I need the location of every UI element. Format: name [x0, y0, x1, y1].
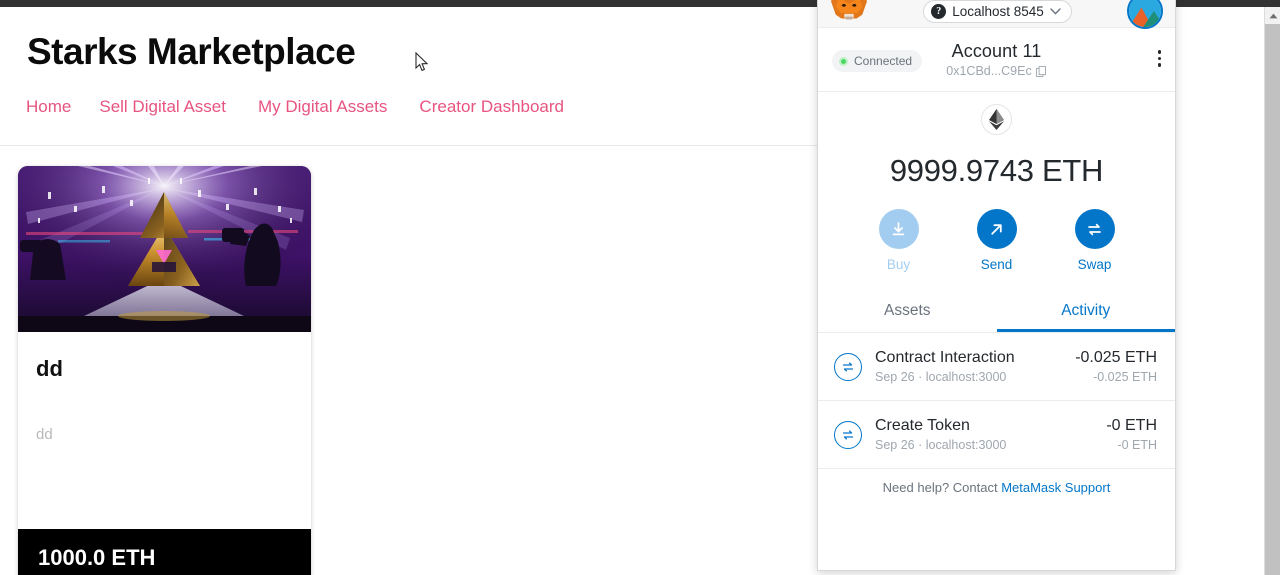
arrow-up-right-icon [976, 209, 1017, 249]
account-name[interactable]: Account 11 [946, 41, 1046, 62]
activity-item-main: Contract Interaction Sep 26 · localhost:… [875, 349, 1062, 384]
nft-card-price-bar: 1000.0 ETH [18, 529, 311, 575]
mouse-cursor [415, 52, 429, 72]
main-nav: Home Sell Digital Asset My Digital Asset… [26, 97, 592, 117]
activity-title: Contract Interaction [875, 349, 1015, 366]
swap-button[interactable]: Swap [1066, 209, 1124, 272]
chevron-down-icon [1050, 8, 1061, 15]
page-title: Starks Marketplace [27, 31, 356, 72]
network-selector[interactable]: ? Localhost 8545 [923, 0, 1072, 23]
status-dot-icon [839, 56, 848, 66]
activity-amount-secondary: -0 ETH [1117, 438, 1157, 452]
buy-button[interactable]: Buy [870, 209, 928, 272]
window-scrollbar[interactable] [1264, 7, 1280, 575]
nft-card-body: dd dd [18, 332, 311, 529]
nft-card-title: dd [36, 356, 63, 381]
buy-label: Buy [886, 257, 911, 272]
copy-icon[interactable] [1035, 65, 1047, 77]
metamask-fox-icon [831, 0, 867, 19]
tab-activity[interactable]: Activity [997, 291, 1176, 332]
account-bar: Connected Account 11 0x1CBd...C9Ec [818, 28, 1175, 92]
activity-item[interactable]: Contract Interaction Sep 26 · localhost:… [818, 333, 1175, 401]
scroll-up-arrow-icon[interactable] [1265, 7, 1280, 24]
tab-assets[interactable]: Assets [818, 291, 997, 332]
avatar-blockie [1128, 0, 1161, 27]
status-badge[interactable]: Connected [832, 50, 923, 72]
activity-item[interactable]: Create Token Sep 26 · localhost:3000 -0 … [818, 401, 1175, 469]
screen: Starks Marketplace Home Sell Digital Ass… [0, 0, 1280, 575]
account-address-row[interactable]: 0x1CBd...C9Ec [946, 64, 1046, 78]
account-address: 0x1CBd...C9Ec [946, 64, 1032, 78]
account-options-button[interactable] [1157, 50, 1161, 67]
header-divider [0, 145, 817, 146]
nav-home[interactable]: Home [26, 97, 71, 117]
network-label: Localhost 8545 [952, 4, 1044, 19]
account-actions: Buy Send Swap [818, 209, 1175, 272]
activity-item-amounts: -0.025 ETH -0.025 ETH [1075, 349, 1157, 384]
activity-subtitle: Sep 26 · localhost:3000 [875, 370, 1007, 384]
activity-list: Contract Interaction Sep 26 · localhost:… [818, 333, 1175, 469]
activity-subtitle: Sep 26 · localhost:3000 [875, 438, 1007, 452]
activity-item-amounts: -0 ETH -0 ETH [1106, 417, 1157, 452]
send-button[interactable]: Send [968, 209, 1026, 272]
nft-card-price: 1000.0 ETH [38, 544, 156, 570]
swap-icon [834, 352, 862, 381]
wallet-tabs: Assets Activity [818, 291, 1175, 333]
support-footer: Need help? Contact MetaMask Support [818, 469, 1175, 495]
swap-icon [834, 420, 862, 449]
swap-icon [1074, 209, 1115, 249]
metamask-header: ? Localhost 8545 [818, 0, 1175, 29]
activity-amount-secondary: -0.025 ETH [1093, 370, 1157, 384]
scrollbar-thumb[interactable] [1265, 24, 1280, 575]
question-mark-icon: ? [931, 4, 947, 19]
swap-label: Swap [1077, 257, 1112, 272]
activity-item-main: Create Token Sep 26 · localhost:3000 [875, 417, 1093, 452]
nav-creator-dashboard[interactable]: Creator Dashboard [419, 97, 564, 117]
nav-sell-digital-asset[interactable]: Sell Digital Asset [99, 97, 226, 117]
send-label: Send [980, 257, 1013, 272]
balance-section: 9999.9743 ETH Buy Send Swap [818, 92, 1175, 272]
download-icon [878, 209, 919, 249]
activity-amount: -0 ETH [1106, 417, 1157, 434]
nft-card-image [18, 166, 311, 332]
connection-status-label: Connected [854, 54, 913, 68]
balance-amount: 9999.9743 ETH [889, 153, 1104, 188]
activity-amount: -0.025 ETH [1075, 349, 1157, 366]
metamask-support-link[interactable]: MetaMask Support [1001, 480, 1110, 495]
nft-card[interactable]: dd dd 1000.0 ETH [18, 166, 311, 575]
account-avatar[interactable] [1126, 0, 1163, 29]
support-text: Need help? Contact [882, 480, 1002, 495]
metamask-popup: ? Localhost 8545 Connected Account 11 0x… [817, 0, 1176, 571]
account-info: Account 11 0x1CBd...C9Ec [946, 41, 1046, 78]
ethereum-logo-icon [981, 104, 1012, 135]
activity-title: Create Token [875, 417, 970, 434]
nft-card-description: dd [36, 426, 53, 443]
nav-my-digital-assets[interactable]: My Digital Assets [258, 97, 387, 117]
